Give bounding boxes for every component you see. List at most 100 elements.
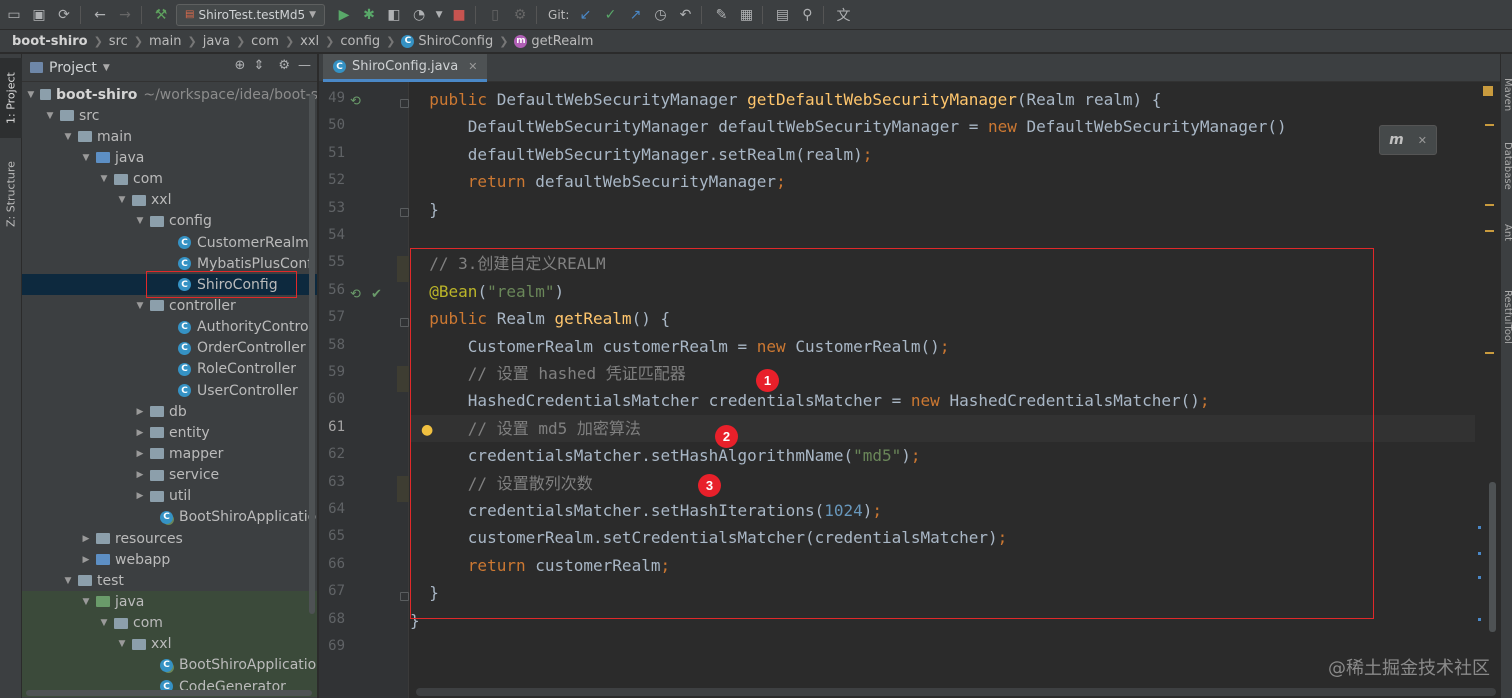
save-icon[interactable]: ▣	[28, 4, 50, 26]
expanded-arrow-icon[interactable]: ▼	[80, 597, 92, 607]
breadcrumb-item[interactable]: xxl	[300, 34, 319, 49]
collapsed-arrow-icon[interactable]: ▶	[80, 534, 92, 544]
expanded-arrow-icon[interactable]: ▼	[62, 132, 74, 142]
usage-marker[interactable]	[1478, 618, 1481, 621]
breadcrumb-item[interactable]: java	[203, 34, 230, 49]
collapsed-arrow-icon[interactable]: ▶	[134, 491, 146, 501]
tree-row[interactable]: ▶ webapp	[22, 549, 317, 570]
tree-row[interactable]: ▶ util	[22, 486, 317, 507]
implement-marker-icon[interactable]: ⟲	[350, 94, 361, 109]
tab-restfultool[interactable]: RestfulTool	[1501, 290, 1512, 344]
expanded-arrow-icon[interactable]: ▼	[62, 576, 74, 586]
tree-row[interactable]: ▼ com	[22, 612, 317, 634]
tree-row[interactable]: ▼ boot-shiro ~/workspace/idea/boot-s	[22, 84, 317, 105]
tree-row[interactable]: ▶ resources	[22, 528, 317, 549]
tree-row[interactable]: ▼ src	[22, 105, 317, 126]
breadcrumb-item[interactable]: boot-shiro	[12, 34, 88, 49]
bean-marker-icon[interactable]: ✔	[371, 287, 382, 302]
maven-reload-popup[interactable]: m ✕	[1379, 125, 1437, 155]
attach-debugger-icon[interactable]: ▯	[484, 4, 506, 26]
tab-ant[interactable]: Ant	[1501, 224, 1512, 241]
change-marker[interactable]	[1485, 204, 1494, 206]
expanded-arrow-icon[interactable]: ▼	[26, 90, 36, 100]
expanded-arrow-icon[interactable]: ▼	[116, 639, 128, 649]
tree-row[interactable]: ▼ main	[22, 126, 317, 147]
fold-marker-icon[interactable]	[400, 99, 409, 108]
editor-vertical-scrollbar[interactable]	[1489, 482, 1496, 632]
project-structure-icon[interactable]: ▦	[735, 4, 757, 26]
close-icon[interactable]: ✕	[1418, 134, 1427, 147]
change-marker[interactable]	[1485, 352, 1494, 354]
breadcrumb-item[interactable]: config	[340, 34, 380, 49]
project-horizontal-scrollbar[interactable]	[26, 690, 312, 696]
tab-project[interactable]: 1: Project	[0, 58, 22, 138]
tab-structure[interactable]: Z: Structure	[0, 150, 22, 238]
code-editor[interactable]: public DefaultWebSecurityManager getDefa…	[410, 82, 1500, 684]
collapsed-arrow-icon[interactable]: ▶	[134, 428, 146, 438]
fold-marker-icon[interactable]	[400, 592, 409, 601]
lightbulb-icon[interactable]: ●	[421, 422, 433, 438]
tree-row[interactable]: ▼ java	[22, 591, 317, 613]
stop-icon[interactable]: ■	[448, 4, 470, 26]
tree-row[interactable]: C BootShiroApplicatio	[22, 507, 317, 528]
locate-icon[interactable]: ⊕	[235, 58, 246, 73]
chevron-down-icon[interactable]: ▼	[103, 63, 110, 73]
minimize-icon[interactable]: —	[298, 58, 311, 73]
breadcrumb-item[interactable]: com	[251, 34, 279, 49]
coverage-icon[interactable]: ◧	[383, 4, 405, 26]
tree-row[interactable]: C UserController	[22, 380, 317, 401]
terminal-icon[interactable]: ▤	[771, 4, 793, 26]
history-icon[interactable]: ◷	[649, 4, 671, 26]
run-icon[interactable]: ▶	[333, 4, 355, 26]
tree-row[interactable]: ▶ db	[22, 401, 317, 422]
fold-marker-icon[interactable]	[400, 318, 409, 327]
tree-row[interactable]: C MybatisPlusConf	[22, 253, 317, 274]
tree-row[interactable]: C OrderController	[22, 338, 317, 359]
tree-row[interactable]: ▼ controller	[22, 295, 317, 316]
build-hammer-icon[interactable]: ⚒	[150, 4, 172, 26]
close-icon[interactable]: ✕	[468, 60, 477, 73]
tree-row[interactable]: ▼ config	[22, 211, 317, 232]
usage-marker[interactable]	[1478, 526, 1481, 529]
fold-marker-icon[interactable]	[400, 208, 409, 217]
tree-row[interactable]: ▶ entity	[22, 422, 317, 443]
expanded-arrow-icon[interactable]: ▼	[98, 174, 110, 184]
gear-icon[interactable]: ⚙	[278, 58, 290, 73]
tree-row[interactable]: ▼ test	[22, 570, 317, 591]
tree-row[interactable]: ▼ xxl	[22, 633, 317, 655]
change-marker[interactable]	[1485, 124, 1494, 126]
collapse-icon[interactable]: ⇕	[253, 58, 264, 73]
expanded-arrow-icon[interactable]: ▼	[134, 301, 146, 311]
git-push-icon[interactable]: ↗	[624, 4, 646, 26]
settings-disabled-icon[interactable]: ⚙	[509, 4, 531, 26]
translate-icon[interactable]: 文	[832, 4, 854, 26]
git-commit-icon[interactable]: ✓	[599, 4, 621, 26]
tree-row[interactable]: ▶ service	[22, 465, 317, 486]
more-run-icon[interactable]: ▼	[433, 4, 445, 26]
rollback-icon[interactable]: ↶	[674, 4, 696, 26]
tree-row[interactable]: ▶ mapper	[22, 443, 317, 464]
profile-icon[interactable]: ◔	[408, 4, 430, 26]
breadcrumb-item[interactable]: main	[149, 34, 181, 49]
tab-maven[interactable]: Maven	[1501, 78, 1512, 111]
run-configuration-select[interactable]: ▤ ShiroTest.testMd5 ▼	[176, 3, 326, 26]
back-icon[interactable]: ←	[89, 4, 111, 26]
expanded-arrow-icon[interactable]: ▼	[116, 195, 128, 205]
collapsed-arrow-icon[interactable]: ▶	[134, 470, 146, 480]
git-update-icon[interactable]: ↙	[574, 4, 596, 26]
editor-horizontal-scrollbar[interactable]	[416, 688, 1496, 696]
debug-icon[interactable]: ✱	[358, 4, 380, 26]
tree-row[interactable]: C AuthorityControl	[22, 317, 317, 338]
sync-icon[interactable]: ⟳	[53, 4, 75, 26]
tree-row[interactable]: ▼ xxl	[22, 190, 317, 211]
change-marker[interactable]	[1485, 230, 1494, 232]
forward-icon[interactable]: →	[114, 4, 136, 26]
breadcrumb-item[interactable]: src	[109, 34, 128, 49]
tab-database[interactable]: Database	[1501, 142, 1512, 190]
usage-marker[interactable]	[1478, 552, 1481, 555]
tab-shiroconfig-java[interactable]: C ShiroConfig.java ✕	[323, 54, 488, 82]
editor-scroll-markers[interactable]	[1475, 82, 1500, 698]
collapsed-arrow-icon[interactable]: ▶	[80, 555, 92, 565]
expanded-arrow-icon[interactable]: ▼	[98, 618, 110, 628]
wrench-icon[interactable]: ✎	[710, 4, 732, 26]
